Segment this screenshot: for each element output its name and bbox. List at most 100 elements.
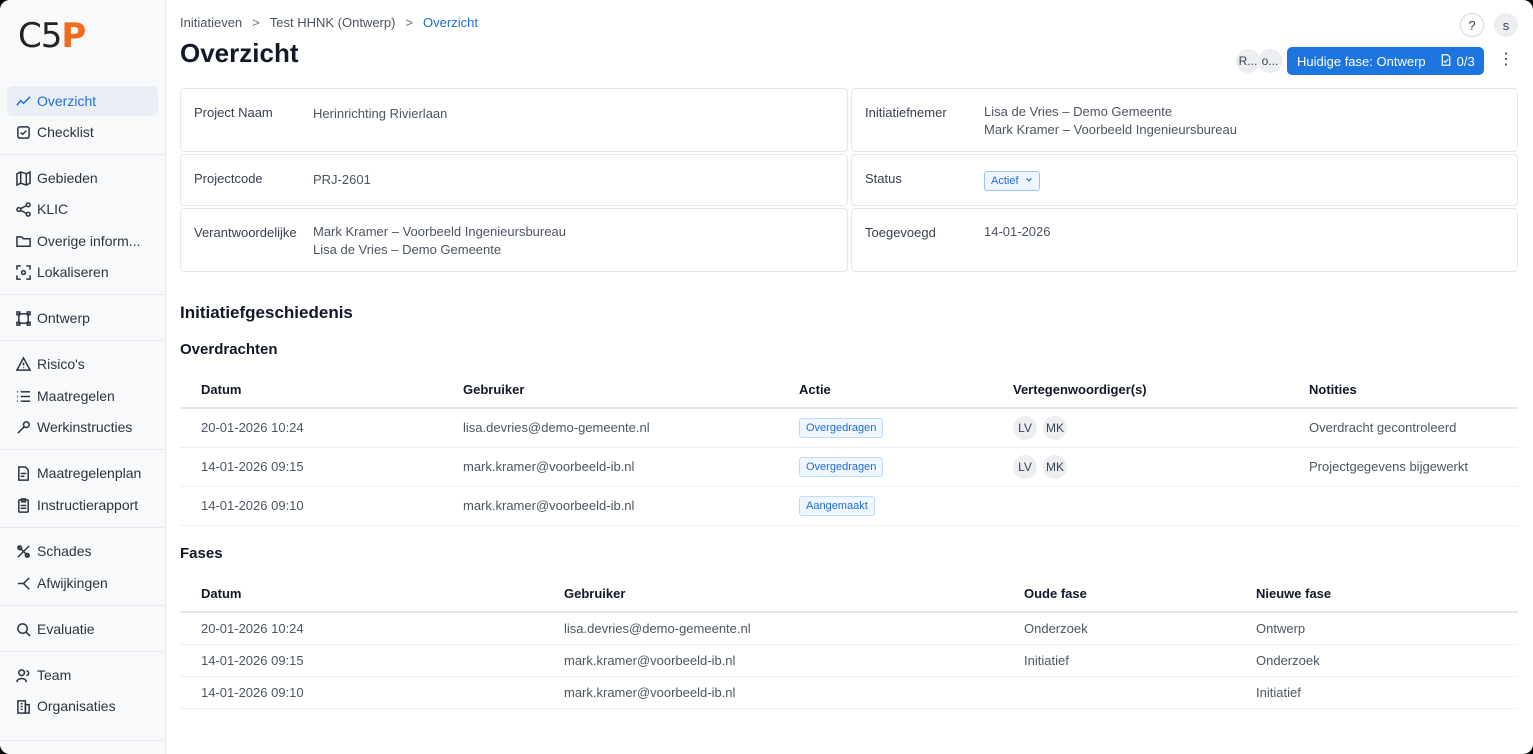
responsible-card: Verantwoordelijke Mark Kramer – Voorbeel… <box>180 208 848 272</box>
sidebar-item-label: Team <box>37 667 72 683</box>
project-name-label: Project Naam <box>194 105 273 120</box>
old-phase-cell <box>1003 676 1235 709</box>
status-select[interactable]: Actief <box>984 171 1040 191</box>
avatar[interactable]: LV <box>1013 454 1037 479</box>
app-window: C5P Overzicht Checklist Gebieden KLIC Ov… <box>0 0 1533 754</box>
initiator-label: Initiatiefnemer <box>865 105 947 120</box>
user-cell: lisa.devries@demo-gemeente.nl <box>543 612 1003 645</box>
sidebar-item-risicos[interactable]: Risico's <box>7 349 158 379</box>
status-label: Status <box>865 171 902 186</box>
sidebar-item-gebieden[interactable]: Gebieden <box>7 163 158 193</box>
action-cell: Overgedragen <box>778 447 992 487</box>
design-frame-icon <box>15 310 31 326</box>
sidebar-item-werkinstructies[interactable]: Werkinstructies <box>7 412 158 442</box>
sidebar-item-checklist[interactable]: Checklist <box>7 117 158 147</box>
sidebar-item-label: KLIC <box>37 201 69 217</box>
breadcrumb-item-initiative[interactable]: Test HHNK (Ontwerp) <box>270 15 396 30</box>
c5p-logo[interactable]: C5P <box>18 16 86 56</box>
current-phase-button[interactable]: Huidige fase: Ontwerp 0/3 <box>1287 47 1484 75</box>
table-row[interactable]: 14-01-2026 09:15 mark.kramer@voorbeeld-i… <box>180 447 1518 487</box>
help-button[interactable]: ? <box>1460 13 1484 37</box>
representatives-cell: LV MK <box>992 408 1288 448</box>
date-cell: 14-01-2026 09:15 <box>180 447 442 487</box>
table-row[interactable]: 20-01-2026 10:24 lisa.devries@demo-gemee… <box>180 612 1518 645</box>
column-header-nieuwe-fase[interactable]: Nieuwe fase <box>1235 576 1518 613</box>
column-header-vertegenwoordigers[interactable]: Vertegenwoordiger(s) <box>992 372 1288 409</box>
date-cell: 14-01-2026 09:15 <box>180 644 543 677</box>
sidebar-item-ontwerp[interactable]: Ontwerp <box>7 303 158 333</box>
table-row[interactable]: 14-01-2026 09:10 mark.kramer@voorbeeld-i… <box>180 676 1518 709</box>
responsible-label: Verantwoordelijke <box>194 225 297 240</box>
sidebar-item-overige-informatie[interactable]: Overige inform... <box>7 226 158 256</box>
team-avatar[interactable]: R... <box>1236 49 1260 73</box>
breadcrumb-item-initiatieven[interactable]: Initiatieven <box>180 15 242 30</box>
team-avatar[interactable]: o... <box>1258 49 1282 73</box>
sidebar-item-label: Afwijkingen <box>37 575 108 591</box>
search-icon <box>15 621 31 637</box>
user-cell: mark.kramer@voorbeeld-ib.nl <box>442 447 778 487</box>
sidebar-item-klic[interactable]: KLIC <box>7 194 158 224</box>
map-icon <box>15 170 31 186</box>
sidebar-item-evaluatie[interactable]: Evaluatie <box>7 614 158 644</box>
breadcrumb-item-current[interactable]: Overzicht <box>423 15 478 30</box>
sidebar-item-organisaties[interactable]: Organisaties <box>7 691 158 721</box>
table-row[interactable]: 20-01-2026 10:24 lisa.devries@demo-gemee… <box>180 408 1518 448</box>
new-phase-cell: Ontwerp <box>1235 612 1518 645</box>
chevron-right-icon: > <box>405 15 414 30</box>
action-badge: Overgedragen <box>799 456 884 477</box>
note-cell <box>1288 486 1518 526</box>
avatar[interactable]: LV <box>1013 415 1037 440</box>
column-header-datum[interactable]: Datum <box>180 372 442 409</box>
sidebar-item-team[interactable]: Team <box>7 660 158 690</box>
sidebar-item-label: Ontwerp <box>37 310 90 326</box>
sidebar-item-lokaliseren[interactable]: Lokaliseren <box>7 257 158 287</box>
representatives-cell <box>992 486 1288 526</box>
column-header-notities[interactable]: Notities <box>1288 372 1518 409</box>
action-badge: Aangemaakt <box>799 495 875 516</box>
table-row[interactable]: 14-01-2026 09:10 mark.kramer@voorbeeld-i… <box>180 486 1518 526</box>
page-title: Overzicht <box>180 38 299 68</box>
table-header-row: Datum Gebruiker Oude fase Nieuwe fase <box>180 576 1518 613</box>
table-row[interactable]: 14-01-2026 09:15 mark.kramer@voorbeeld-i… <box>180 644 1518 677</box>
date-cell: 20-01-2026 10:24 <box>180 408 442 448</box>
column-header-actie[interactable]: Actie <box>778 372 992 409</box>
checkbox-icon <box>15 124 31 140</box>
document-plan-icon <box>15 465 31 481</box>
responsible-value-2: Lisa de Vries – Demo Gemeente <box>313 242 502 257</box>
user-cell: mark.kramer@voorbeeld-ib.nl <box>543 676 1003 709</box>
sidebar-divider <box>0 651 166 652</box>
initiator-value-1: Lisa de Vries – Demo Gemeente <box>984 104 1173 119</box>
project-code-value: PRJ-2601 <box>313 172 371 187</box>
sidebar-item-maatregelen[interactable]: Maatregelen <box>7 381 158 411</box>
sidebar-item-instructierapport[interactable]: Instructierapport <box>7 490 158 520</box>
sidebar-item-maatregelenplan[interactable]: Maatregelenplan <box>7 458 158 488</box>
column-header-gebruiker[interactable]: Gebruiker <box>543 576 1003 613</box>
project-name-card: Project Naam Herinrichting Rivierlaan <box>180 88 848 152</box>
phase-checklist-count: 0/3 <box>1440 54 1475 69</box>
more-options-icon[interactable]: ⋮ <box>1498 52 1514 68</box>
avatar[interactable]: MK <box>1043 415 1067 440</box>
folder-icon <box>15 233 31 249</box>
chevron-right-icon: > <box>252 15 260 30</box>
column-header-gebruiker[interactable]: Gebruiker <box>442 372 778 409</box>
responsible-value-1: Mark Kramer – Voorbeeld Ingenieursbureau <box>313 224 566 239</box>
date-cell: 20-01-2026 10:24 <box>180 612 543 645</box>
old-phase-cell: Onderzoek <box>1003 612 1235 645</box>
sidebar-item-overzicht[interactable]: Overzicht <box>7 86 158 116</box>
avatar[interactable]: MK <box>1043 454 1067 479</box>
user-avatar[interactable]: s <box>1494 13 1518 37</box>
sidebar-item-label: Risico's <box>37 356 85 372</box>
user-cell: mark.kramer@voorbeeld-ib.nl <box>543 644 1003 677</box>
action-badge: Overgedragen <box>799 417 884 438</box>
sidebar-divider <box>0 449 166 450</box>
sidebar-divider <box>0 340 166 341</box>
breadcrumb: Initiatieven > Test HHNK (Ontwerp) > Ove… <box>180 15 478 30</box>
added-value: 14-01-2026 <box>984 224 1051 239</box>
column-header-datum[interactable]: Datum <box>180 576 543 613</box>
sidebar-item-label: Werkinstructies <box>37 419 133 435</box>
sidebar-item-afwijkingen[interactable]: Afwijkingen <box>7 568 158 598</box>
sidebar-divider <box>0 294 166 295</box>
users-icon <box>15 667 31 683</box>
sidebar-item-schades[interactable]: Schades <box>7 536 158 566</box>
column-header-oude-fase[interactable]: Oude fase <box>1003 576 1235 613</box>
